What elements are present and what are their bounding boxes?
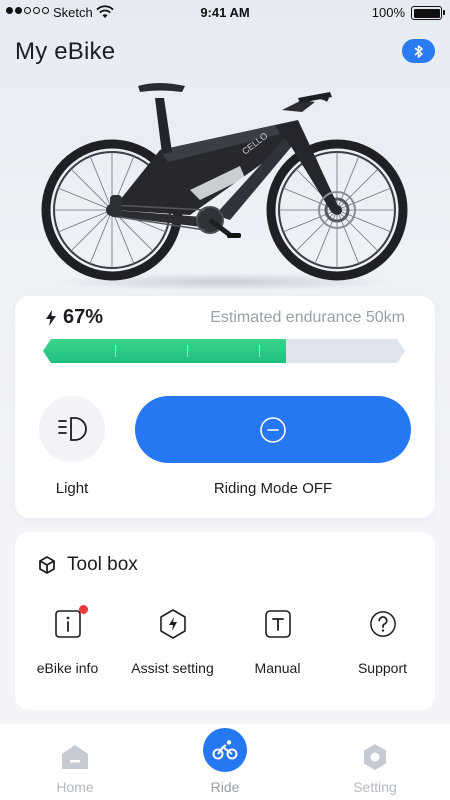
- tab-home[interactable]: Home: [0, 724, 150, 800]
- bottom-tab-bar: Home Ride Setting: [0, 724, 450, 800]
- status-bar: Sketch 9:41 AM 100%: [0, 0, 450, 26]
- toolbox-title: Tool box: [67, 554, 138, 575]
- tab-ride-label: Ride: [210, 779, 240, 795]
- bluetooth-icon: [414, 44, 423, 58]
- tool-label: Assist setting: [131, 660, 214, 676]
- bluetooth-button[interactable]: [402, 39, 435, 63]
- tool-label: eBike info: [36, 660, 99, 676]
- tool-ebike-info[interactable]: eBike info: [15, 605, 120, 676]
- toolbox-header: Tool box: [37, 554, 138, 576]
- battery-level: 67%: [45, 306, 103, 329]
- battery-level-value: 67%: [63, 306, 104, 328]
- tool-assist-setting[interactable]: Assist setting: [120, 608, 225, 676]
- tab-ride[interactable]: Ride: [150, 724, 300, 800]
- notification-badge: [78, 605, 88, 614]
- tool-support[interactable]: Support: [330, 608, 435, 676]
- battery-progress-bar: [43, 339, 405, 363]
- page-title: My eBike: [15, 38, 116, 65]
- ebike-image: CELLO: [41, 83, 408, 291]
- battery-percentage: 100%: [371, 5, 405, 20]
- battery-progress-fill: [43, 339, 286, 363]
- box-icon: [39, 556, 55, 574]
- riding-mode-label: Riding Mode OFF: [213, 480, 333, 497]
- headlight-icon: [58, 417, 87, 441]
- help-icon: [369, 611, 396, 637]
- lightning-icon: [46, 309, 56, 326]
- riding-mode-toggle[interactable]: [135, 396, 411, 463]
- home-icon: [62, 745, 88, 769]
- manual-icon: [264, 610, 291, 638]
- tool-label: Support: [357, 660, 408, 676]
- bike-status-card: 67% Estimated endurance 50km Light Ridin…: [15, 296, 435, 518]
- tab-setting[interactable]: Setting: [300, 724, 450, 800]
- app-screen: Sketch 9:41 AM 100% My eBike CELLO 67% E…: [0, 0, 450, 800]
- light-button[interactable]: [39, 396, 105, 462]
- bike-icon: [212, 740, 238, 760]
- settings-icon: [364, 744, 386, 770]
- assist-bolt-icon: [159, 609, 186, 639]
- tab-home-label: Home: [56, 779, 94, 795]
- info-icon: [54, 610, 81, 638]
- estimated-endurance: Estimated endurance 50km: [210, 309, 405, 326]
- light-label: Light: [55, 480, 89, 497]
- tab-setting-label: Setting: [353, 779, 397, 795]
- minus-circle-icon: [260, 416, 286, 443]
- battery-icon: [411, 6, 445, 20]
- tool-manual[interactable]: Manual: [225, 608, 330, 676]
- tool-label: Manual: [254, 660, 301, 676]
- toolbox-card: Tool box eBike info Assist setting Manua…: [15, 532, 435, 710]
